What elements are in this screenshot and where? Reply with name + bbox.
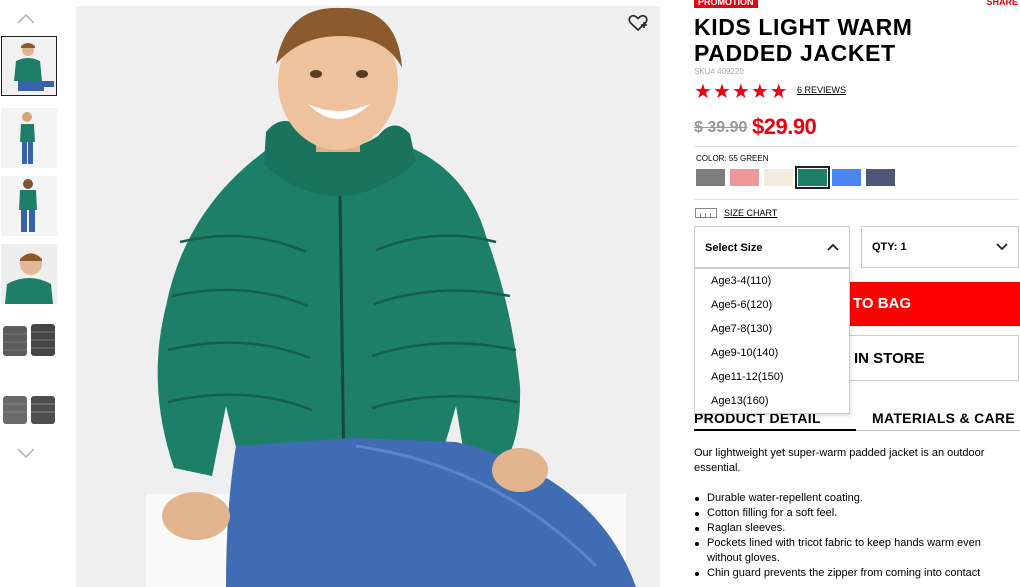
feature-item: Durable water-repellent coating. (694, 491, 1012, 506)
rating-stars: ★ ★ ★ ★ ★ (694, 82, 788, 102)
heart-plus-icon[interactable] (628, 14, 648, 32)
product-sku: SKU# 409220 (694, 67, 744, 76)
color-swatch-cream[interactable] (764, 169, 793, 186)
quantity-select[interactable]: QTY: 1 (861, 226, 1019, 268)
size-option[interactable]: Age13(160) (711, 395, 769, 407)
chevron-up-icon (17, 13, 35, 24)
color-swatch-pink[interactable] (730, 169, 759, 186)
color-swatch-gray[interactable] (696, 169, 725, 186)
size-option[interactable]: Age7-8(130) (711, 323, 772, 335)
thumbnail-back-view[interactable] (1, 176, 57, 236)
thumbnails-up-button[interactable] (16, 12, 36, 26)
chevron-up-icon (827, 243, 839, 251)
color-swatch-blue[interactable] (832, 169, 861, 186)
thumbnail-folded-jacket-pair[interactable] (1, 380, 57, 440)
reviews-link[interactable]: 6 REVIEWS (797, 85, 846, 95)
product-description: Our lightweight yet super-warm padded ja… (694, 447, 985, 474)
size-chart-link[interactable]: SIZE CHART (724, 208, 777, 218)
thumbnail-detail-view[interactable] (1, 244, 57, 304)
feature-item: Chin guard prevents the zipper from comi… (694, 566, 1012, 581)
feature-item: Cotton filling for a soft feel. (694, 506, 1012, 521)
find-in-store-label: IN STORE (854, 350, 925, 367)
size-select[interactable]: Select Size (694, 226, 850, 268)
star-icon: ★ (712, 81, 731, 103)
feature-list: Durable water-repellent coating. Cotton … (694, 491, 1012, 581)
chevron-down-icon (17, 448, 35, 459)
product-main-image (76, 6, 660, 587)
color-swatch-navy[interactable] (866, 169, 895, 186)
star-icon: ★ (769, 81, 788, 103)
share-link[interactable]: SHARE (986, 0, 1018, 8)
original-price: $ 39.90 (694, 119, 748, 136)
ruler-icon (695, 208, 717, 218)
star-icon: ★ (750, 81, 769, 103)
thumbnail-side-view[interactable] (1, 108, 57, 168)
add-to-bag-label: TO BAG (853, 295, 912, 312)
promotion-badge: PROMOTION (694, 0, 758, 8)
divider (694, 146, 1018, 147)
star-icon: ★ (731, 81, 750, 103)
color-swatches (696, 166, 895, 189)
size-dropdown-menu: Age3-4(110) Age5-6(120) Age7-8(130) Age9… (694, 268, 850, 414)
color-label: COLOR: 55 GREEN (696, 154, 769, 163)
thumbnail-front-view[interactable] (1, 36, 57, 96)
boy-in-green-jacket-photo (76, 6, 660, 587)
quantity-select-value: QTY: 1 (872, 241, 907, 253)
size-select-value: Select Size (705, 242, 763, 254)
size-option[interactable]: Age3-4(110) (711, 275, 771, 287)
size-option[interactable]: Age11-12(150) (711, 371, 784, 383)
tab-materials-care[interactable]: MATERIALS & CARE (872, 410, 1015, 426)
tab-underline (856, 430, 1020, 431)
chevron-down-icon (996, 243, 1008, 251)
divider (694, 199, 1018, 200)
thumbnail-rail (0, 0, 60, 587)
feature-item: Raglan sleeves. (694, 521, 1012, 536)
feature-item: Pockets lined with tricot fabric to keep… (694, 536, 1012, 566)
product-info-panel: PROMOTION SHARE KIDS LIGHT WARM PADDED J… (694, 0, 1020, 587)
color-swatch-green[interactable] (795, 166, 830, 189)
sale-price: $29.90 (752, 114, 817, 139)
product-title: KIDS LIGHT WARM PADDED JACKET (694, 14, 913, 66)
star-icon: ★ (694, 81, 712, 103)
size-option[interactable]: Age5-6(120) (711, 299, 772, 311)
thumbnails-down-button[interactable] (16, 446, 36, 460)
thumbnail-folded-jacket[interactable] (1, 312, 57, 372)
active-tab-underline (694, 429, 856, 431)
size-option[interactable]: Age9-10(140) (711, 347, 778, 359)
